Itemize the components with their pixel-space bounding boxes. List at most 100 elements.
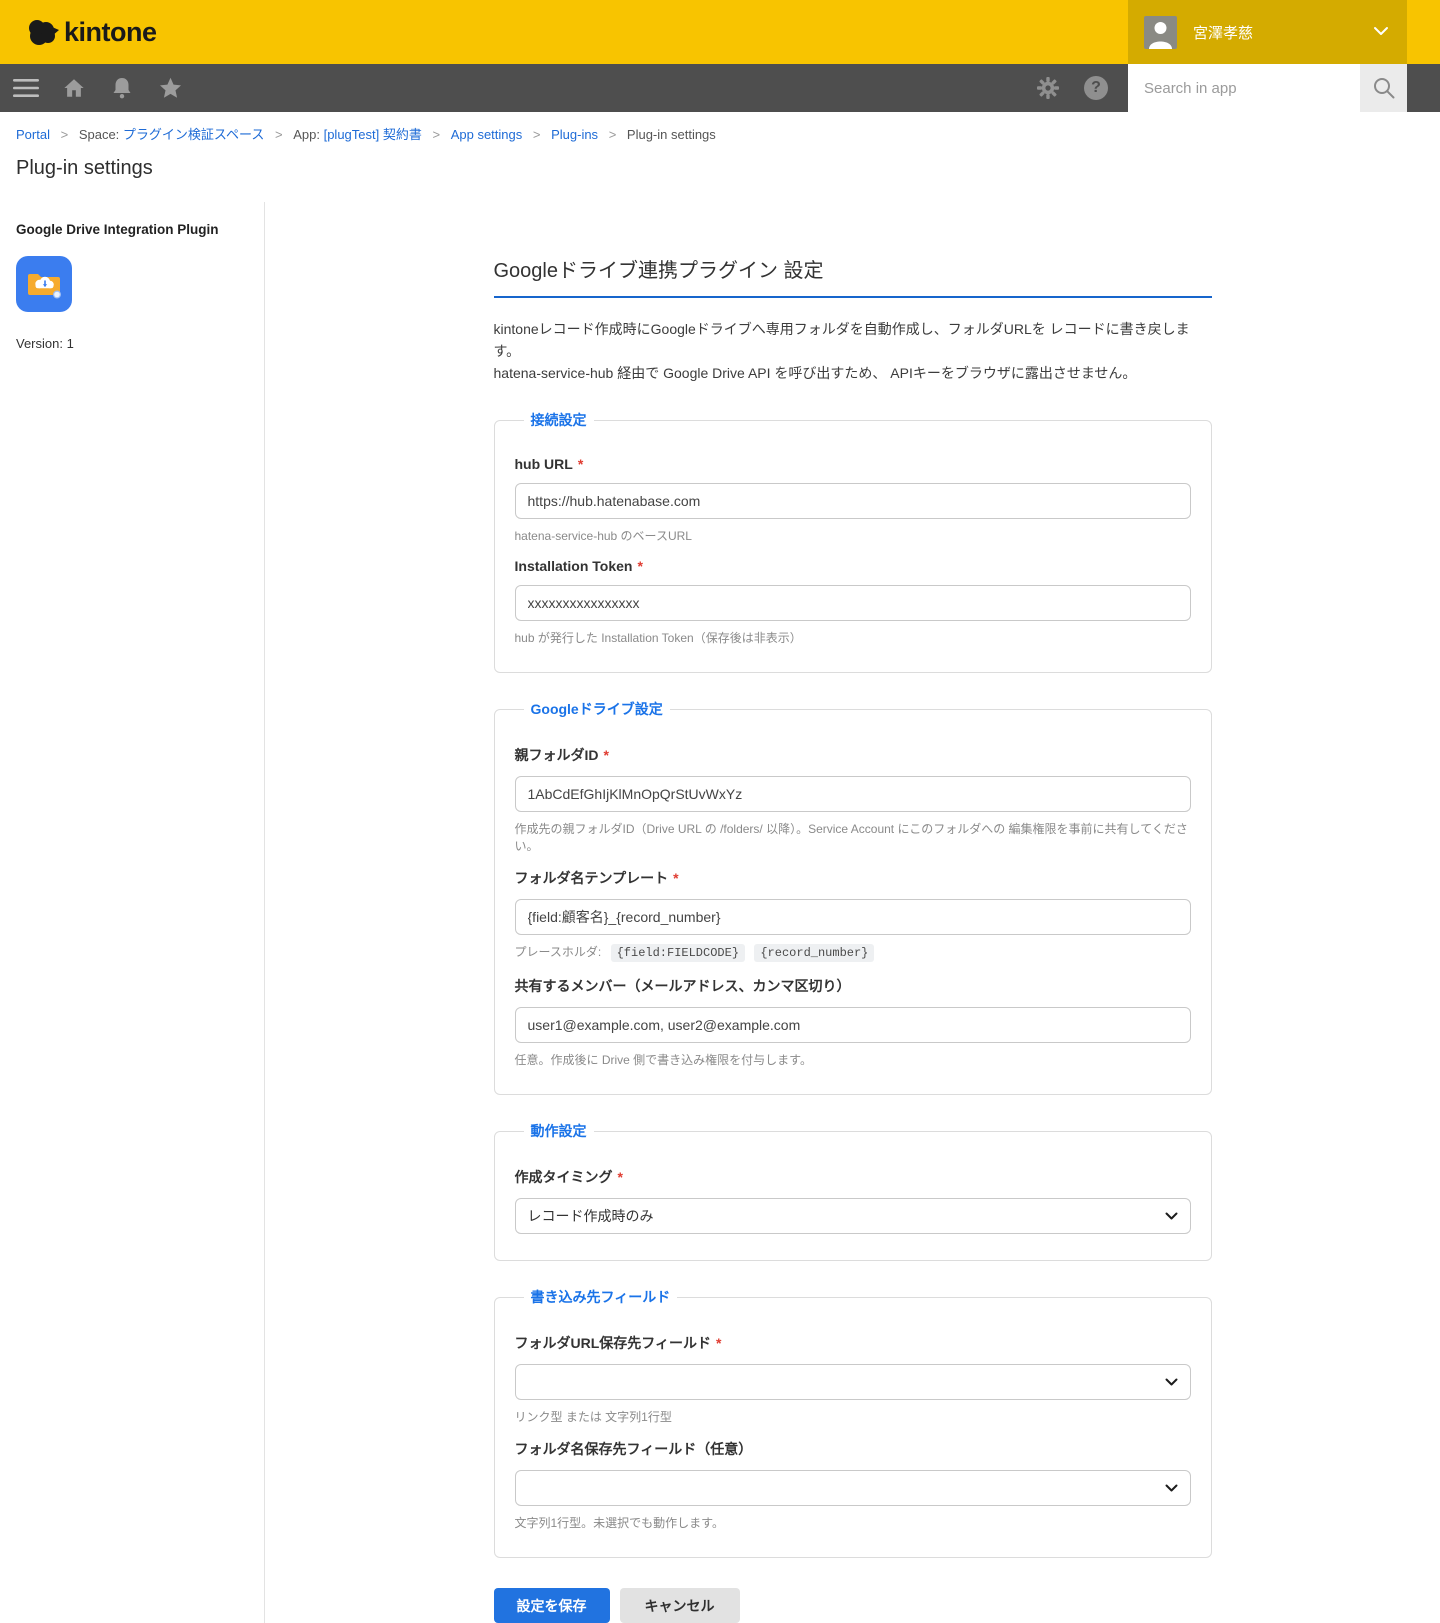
config-description: kintoneレコード作成時にGoogleドライブへ専用フォルダを自動作成し、フ… — [494, 318, 1212, 384]
config-heading: Googleドライブ連携プラグイン 設定 — [494, 254, 1212, 298]
chevron-down-icon — [1373, 23, 1389, 41]
share-members-input[interactable] — [515, 1007, 1191, 1043]
home-icon[interactable] — [50, 64, 98, 112]
section-legend: 接続設定 — [524, 410, 594, 430]
section-google-drive-settings: Googleドライブ設定 親フォルダID * 作成先の親フォルダID（Drive … — [494, 699, 1212, 1095]
plugin-version: Version: 1 — [16, 336, 248, 351]
search-icon — [1372, 76, 1396, 100]
folder-url-target-help: リンク型 または 文字列1行型 — [515, 1408, 1191, 1425]
folder-name-template-help: プレースホルダ: {field:FIELDCODE} {record_numbe… — [515, 943, 1191, 962]
folder-name-target-select[interactable] — [515, 1470, 1191, 1506]
share-members-help: 任意。作成後に Drive 側で書き込み権限を付与します。 — [515, 1051, 1191, 1068]
notifications-bell-icon[interactable] — [98, 64, 146, 112]
top-header-bar: kintone 宮澤孝慈 — [0, 0, 1440, 64]
settings-form: Googleドライブ連携プラグイン 設定 kintoneレコード作成時にGoog… — [494, 202, 1212, 1623]
content-row: Google Drive Integration Plugin Version:… — [0, 202, 1440, 1623]
required-mark: * — [578, 456, 583, 472]
breadcrumb-space-link[interactable]: プラグイン検証スペース — [123, 127, 264, 142]
hub-url-help: hatena-service-hub のベースURL — [515, 527, 1191, 544]
folder-name-target-label: フォルダ名保存先フィールド（任意） — [515, 1441, 753, 1457]
breadcrumb-portal-link[interactable]: Portal — [16, 127, 50, 142]
create-timing-label: 作成タイミング — [515, 1169, 613, 1185]
config-description-line2: hatena-service-hub 経由で Google Drive API … — [494, 365, 1137, 381]
kintone-logo-icon — [26, 17, 60, 47]
installation-token-label: Installation Token — [515, 558, 633, 574]
placeholder-chip-field: {field:FIELDCODE} — [611, 944, 745, 962]
plugin-name: Google Drive Integration Plugin — [16, 222, 248, 237]
app-search — [1128, 64, 1407, 112]
section-legend: 書き込み先フィールド — [524, 1287, 678, 1307]
page-title: Plug-in settings — [16, 157, 1424, 180]
breadcrumb-app-prefix: App: — [293, 127, 320, 142]
section-legend: 動作設定 — [524, 1121, 594, 1141]
hub-url-input[interactable] — [515, 483, 1191, 519]
navbar-right-icons: ? — [1024, 64, 1120, 112]
section-legend: Googleドライブ設定 — [524, 699, 670, 719]
search-input[interactable] — [1128, 64, 1360, 112]
app-root: kintone 宮澤孝慈 — [0, 0, 1440, 1623]
field-hub-url: hub URL * hatena-service-hub のベースURL — [515, 456, 1191, 544]
breadcrumb: Portal > Space: プラグイン検証スペース > App: [plug… — [0, 112, 1440, 143]
section-output-fields: 書き込み先フィールド フォルダURL保存先フィールド* リンク型 または 文字列… — [494, 1287, 1212, 1558]
breadcrumb-separator: > — [275, 127, 283, 142]
search-button[interactable] — [1360, 64, 1407, 112]
folder-url-target-select[interactable] — [515, 1364, 1191, 1400]
parent-folder-id-input[interactable] — [515, 776, 1191, 812]
required-mark: * — [637, 558, 642, 574]
help-icon[interactable]: ? — [1072, 64, 1120, 112]
breadcrumb-app-link[interactable]: [plugTest] 契約書 — [324, 127, 422, 142]
gear-icon[interactable] — [1024, 64, 1072, 112]
navbar-left-icons — [2, 64, 194, 112]
placeholder-help-prefix: プレースホルダ: — [515, 945, 602, 959]
hub-url-label: hub URL — [515, 456, 573, 472]
create-timing-select[interactable]: レコード作成時のみ — [515, 1198, 1191, 1234]
plugin-drive-folder-icon — [16, 256, 72, 312]
section-connection-settings: 接続設定 hub URL * hatena-service-hub のベースURL… — [494, 410, 1212, 673]
user-avatar — [1144, 16, 1177, 49]
save-settings-button[interactable]: 設定を保存 — [494, 1588, 610, 1623]
field-share-members: 共有するメンバー（メールアドレス、カンマ区切り） 任意。作成後に Drive 側… — [515, 976, 1191, 1068]
breadcrumb-separator: > — [61, 127, 69, 142]
global-navbar: ? — [0, 64, 1440, 112]
installation-token-input[interactable] — [515, 585, 1191, 621]
chevron-down-icon — [1165, 1207, 1178, 1225]
required-mark: * — [673, 870, 678, 886]
folder-name-template-input[interactable] — [515, 899, 1191, 935]
help-question-glyph: ? — [1084, 76, 1108, 100]
installation-token-help: hub が発行した Installation Token（保存後は非表示） — [515, 629, 1191, 646]
main-area: Googleドライブ連携プラグイン 設定 kintoneレコード作成時にGoog… — [265, 202, 1440, 1623]
required-mark: * — [716, 1335, 721, 1351]
field-folder-name-template: フォルダ名テンプレート* プレースホルダ: {field:FIELDCODE} … — [515, 868, 1191, 962]
breadcrumb-plugins-link[interactable]: Plug-ins — [551, 127, 598, 142]
config-description-line1: kintoneレコード作成時にGoogleドライブへ専用フォルダを自動作成し、フ… — [494, 321, 1190, 359]
breadcrumb-separator: > — [609, 127, 617, 142]
breadcrumb-space-prefix: Space: — [79, 127, 119, 142]
parent-folder-id-label: 親フォルダID — [515, 747, 599, 763]
kintone-logo[interactable]: kintone — [26, 17, 157, 48]
field-parent-folder-id: 親フォルダID * 作成先の親フォルダID（Drive URL の /folder… — [515, 745, 1191, 854]
chevron-down-icon — [1165, 1479, 1178, 1497]
share-members-label: 共有するメンバー（メールアドレス、カンマ区切り） — [515, 978, 851, 994]
breadcrumb-separator: > — [432, 127, 440, 142]
plugin-sidebar: Google Drive Integration Plugin Version:… — [0, 202, 265, 1623]
chevron-down-icon — [1165, 1373, 1178, 1391]
field-create-timing: 作成タイミング* レコード作成時のみ — [515, 1167, 1191, 1234]
breadcrumb-separator: > — [533, 127, 541, 142]
breadcrumb-app-settings-link[interactable]: App settings — [451, 127, 523, 142]
user-menu[interactable]: 宮澤孝慈 — [1128, 0, 1407, 64]
required-mark: * — [604, 747, 609, 763]
form-actions: 設定を保存 キャンセル — [494, 1588, 1212, 1623]
field-installation-token: Installation Token* hub が発行した Installati… — [515, 558, 1191, 646]
parent-folder-id-help: 作成先の親フォルダID（Drive URL の /folders/ 以降）。Se… — [515, 820, 1191, 854]
favorites-star-icon[interactable] — [146, 64, 194, 112]
field-folder-url-target: フォルダURL保存先フィールド* リンク型 または 文字列1行型 — [515, 1333, 1191, 1425]
breadcrumb-current: Plug-in settings — [627, 127, 716, 142]
field-folder-name-target: フォルダ名保存先フィールド（任意） 文字列1行型。未選択でも動作します。 — [515, 1439, 1191, 1531]
cancel-button[interactable]: キャンセル — [620, 1588, 740, 1623]
hamburger-menu-icon[interactable] — [2, 64, 50, 112]
section-behavior-settings: 動作設定 作成タイミング* レコード作成時のみ — [494, 1121, 1212, 1261]
kintone-logo-text: kintone — [64, 17, 157, 48]
create-timing-selected-value: レコード作成時のみ — [528, 1206, 654, 1226]
placeholder-chip-record-number: {record_number} — [754, 944, 874, 962]
folder-name-template-label: フォルダ名テンプレート — [515, 870, 669, 886]
